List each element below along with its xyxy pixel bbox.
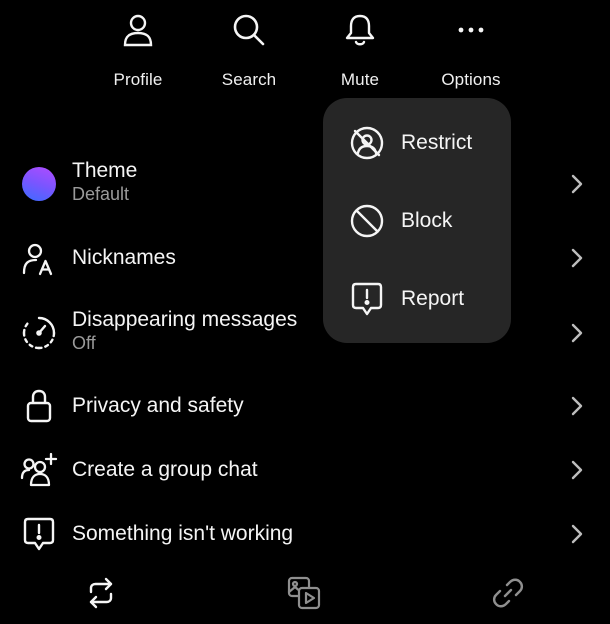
chevron-right-icon	[566, 457, 588, 483]
bottom-bar	[0, 575, 610, 620]
menu-item-report[interactable]: Report	[323, 264, 511, 334]
disappearing-messages-title: Disappearing messages	[72, 308, 298, 331]
lock-icon	[20, 387, 58, 425]
restrict-label: Restrict	[401, 131, 473, 154]
link-button[interactable]	[488, 575, 528, 615]
bell-icon	[342, 10, 378, 50]
create-group-chat-title: Create a group chat	[72, 458, 258, 481]
media-icon	[287, 576, 321, 615]
chevron-right-icon	[566, 393, 588, 419]
search-icon	[231, 10, 267, 50]
mute-button[interactable]: Mute	[305, 10, 415, 94]
options-button[interactable]: Options	[416, 10, 526, 94]
repeat-button[interactable]	[81, 575, 121, 615]
link-icon	[492, 577, 524, 614]
theme-color-swatch	[22, 167, 56, 201]
media-button[interactable]	[284, 575, 324, 615]
options-menu: Restrict Block Report	[323, 98, 511, 343]
settings-item-theme[interactable]: Theme Default	[0, 156, 610, 212]
menu-item-block[interactable]: Block	[323, 186, 511, 256]
report-icon	[20, 515, 58, 553]
chevron-right-icon	[566, 521, 588, 547]
profile-button[interactable]: Profile	[83, 10, 193, 94]
block-label: Block	[401, 209, 453, 232]
theme-color-icon	[20, 165, 58, 203]
report-icon	[349, 281, 385, 317]
search-label: Search	[221, 70, 277, 89]
settings-item-something-isnt-working[interactable]: Something isn't working	[0, 514, 610, 554]
settings-item-disappearing-messages[interactable]: Disappearing messages Off	[0, 305, 610, 361]
chevron-right-icon	[566, 245, 588, 271]
chevron-right-icon	[566, 171, 588, 197]
more-horizontal-icon	[453, 10, 489, 50]
search-button[interactable]: Search	[194, 10, 304, 94]
disappearing-messages-subtitle: Off	[72, 333, 96, 353]
theme-title: Theme	[72, 159, 138, 182]
settings-item-create-group-chat[interactable]: Create a group chat	[0, 450, 610, 490]
report-label: Report	[401, 287, 465, 310]
nickname-icon	[20, 240, 58, 278]
something-isnt-working-title: Something isn't working	[72, 522, 294, 545]
nicknames-title: Nicknames	[72, 246, 176, 269]
settings-item-nicknames[interactable]: Nicknames	[0, 238, 610, 278]
theme-subtitle: Default	[72, 184, 130, 204]
restrict-icon	[349, 125, 385, 161]
profile-label: Profile	[113, 70, 163, 89]
person-icon	[120, 10, 156, 50]
repeat-icon	[86, 577, 116, 614]
options-label: Options	[441, 70, 501, 89]
top-actions: Profile Search Mute Options	[0, 0, 610, 100]
add-people-icon	[20, 451, 58, 489]
menu-item-restrict[interactable]: Restrict	[323, 108, 511, 178]
disappearing-timer-icon	[20, 314, 58, 352]
block-icon	[349, 203, 385, 239]
chevron-right-icon	[566, 320, 588, 346]
settings-item-privacy-and-safety[interactable]: Privacy and safety	[0, 386, 610, 426]
privacy-and-safety-title: Privacy and safety	[72, 394, 244, 417]
mute-label: Mute	[340, 70, 380, 89]
